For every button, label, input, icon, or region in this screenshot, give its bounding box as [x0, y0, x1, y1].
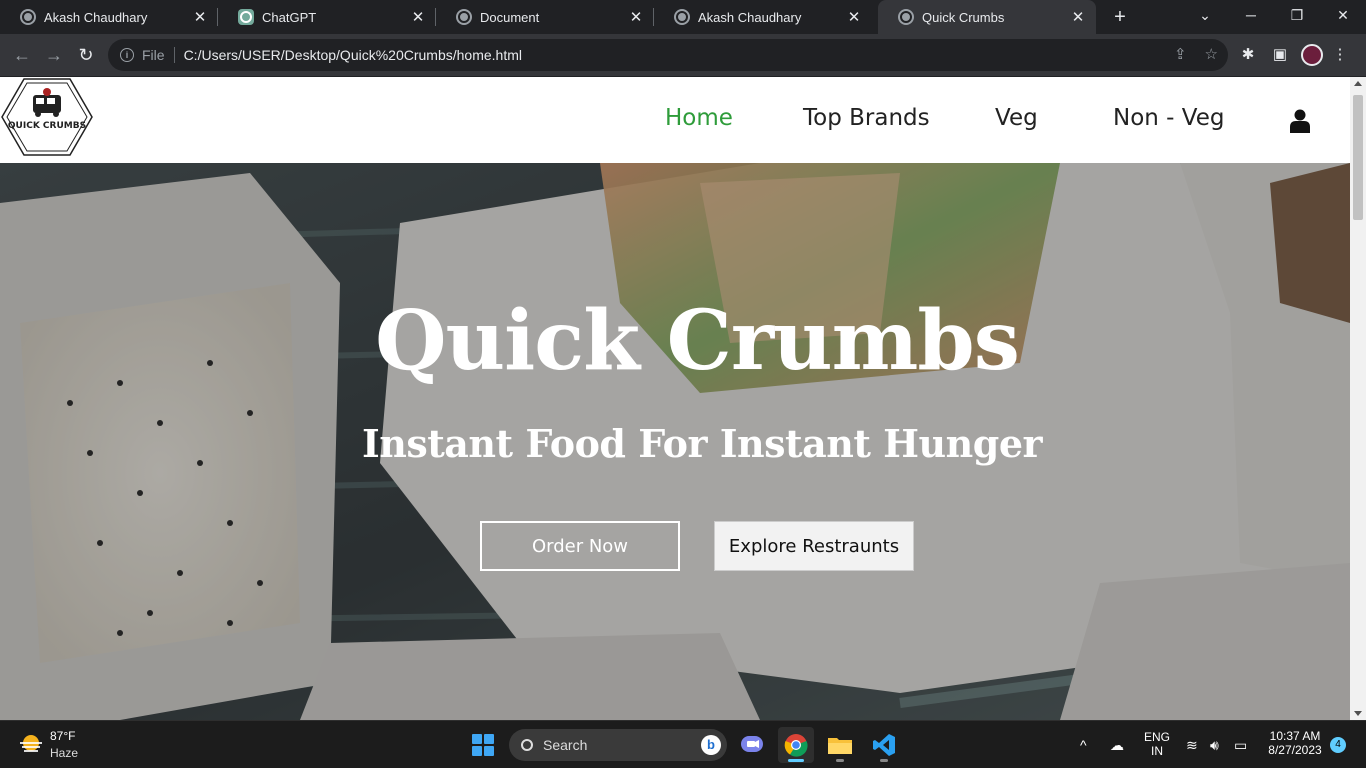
explore-restaurants-button[interactable]: Explore Restraunts [714, 521, 914, 571]
vscode-app[interactable] [866, 727, 902, 763]
tab-title: Akash Chaudhary [44, 9, 148, 25]
battery-icon[interactable]: ▭ [1234, 737, 1247, 754]
vscode-icon [873, 734, 895, 756]
chevron-up-icon[interactable]: ^ [1080, 737, 1087, 753]
windows-taskbar: 87°F Haze Search b ^ ☁ ENG IN ≋ 🔊︎ ▭ 10:… [0, 720, 1366, 768]
hero-section: Quick Crumbs Instant Food For Instant Hu… [0, 163, 1350, 720]
tab-title: Quick Crumbs [922, 9, 1005, 25]
web-page: Quick Crumbs Instant Food For Instant Hu… [0, 77, 1350, 720]
url-text[interactable]: C:/Users/USER/Desktop/Quick%20Crumbs/hom… [184, 47, 522, 63]
tab-title: Akash Chaudhary [698, 9, 802, 25]
side-panel-icon[interactable]: ▣ [1270, 45, 1290, 65]
clock-time: 10:37 AM [1269, 729, 1321, 743]
nav-link-non-veg[interactable]: Non - Veg [1113, 105, 1224, 131]
info-icon[interactable]: i [120, 48, 134, 62]
browser-tab-active[interactable]: Quick Crumbs ✕ [878, 0, 1096, 34]
close-icon[interactable]: ✕ [410, 8, 426, 26]
minimize-button[interactable]: ─ [1228, 0, 1274, 34]
tab-search-button[interactable]: ⌄ [1182, 0, 1228, 34]
page-scrollbar[interactable] [1350, 77, 1366, 720]
user-icon[interactable] [1290, 109, 1310, 133]
chrome-app[interactable] [778, 727, 814, 763]
taskbar-search[interactable]: Search b [509, 729, 727, 761]
close-icon[interactable]: ✕ [846, 8, 862, 26]
close-icon[interactable]: ✕ [192, 8, 208, 26]
teams-chat-app[interactable] [734, 727, 770, 763]
menu-kebab-icon[interactable]: ⋮ [1330, 45, 1350, 65]
weather-temperature: 87°F [50, 729, 76, 743]
close-icon[interactable]: ✕ [1070, 8, 1086, 26]
onedrive-icon[interactable]: ☁ [1110, 737, 1124, 754]
start-button[interactable] [472, 734, 494, 756]
bookmark-star-icon[interactable]: ☆ [1205, 45, 1218, 63]
browser-tab[interactable]: Document ✕ [436, 0, 654, 34]
nav-link-home[interactable]: Home [665, 105, 733, 131]
chatgpt-icon [238, 9, 254, 25]
tab-title: ChatGPT [262, 9, 317, 25]
notification-badge[interactable]: 4 [1330, 737, 1346, 753]
restore-button[interactable]: ❐ [1274, 0, 1320, 34]
clock[interactable]: 10:37 AM 8/27/2023 [1262, 729, 1328, 757]
wifi-icon[interactable]: ≋ [1186, 737, 1198, 754]
nav-links: Home Top Brands Veg Non - Veg [0, 105, 1350, 139]
share-icon[interactable]: ⇪ [1174, 45, 1187, 63]
globe-icon [674, 9, 690, 25]
volume-icon[interactable]: 🔊︎ [1210, 737, 1219, 754]
back-button[interactable]: ← [10, 43, 34, 67]
browser-tab[interactable]: Akash Chaudhary ✕ [0, 0, 218, 34]
browser-toolbar: ← → ↻ i File C:/Users/USER/Desktop/Quick… [0, 34, 1366, 76]
file-explorer-app[interactable] [822, 727, 858, 763]
globe-icon [456, 9, 472, 25]
browser-tab[interactable]: ChatGPT ✕ [218, 0, 436, 34]
reload-button[interactable]: ↻ [74, 43, 98, 67]
window-close-button[interactable]: ✕ [1320, 0, 1366, 34]
browser-tab[interactable]: Akash Chaudhary ✕ [654, 0, 872, 34]
clock-date: 8/27/2023 [1268, 743, 1322, 757]
search-icon [521, 739, 533, 751]
globe-icon [898, 9, 914, 25]
chat-icon [741, 736, 763, 752]
tab-title: Document [480, 9, 540, 25]
scheme-label: File [142, 47, 175, 63]
search-placeholder: Search [543, 737, 588, 753]
tab-strip: Akash Chaudhary ✕ ChatGPT ✕ Document ✕ A… [0, 0, 1366, 34]
extensions-icon[interactable]: ✱ [1238, 45, 1258, 65]
hero-subtitle: Instant Food For Instant Hunger [361, 421, 1043, 466]
forward-button[interactable]: → [42, 43, 66, 67]
profile-avatar[interactable] [1301, 44, 1323, 66]
haze-weather-icon[interactable] [18, 733, 44, 755]
site-navbar: QUICK CRUMBS Home Top Brands Veg Non - V… [0, 77, 1350, 163]
new-tab-button[interactable]: + [1108, 5, 1132, 29]
weather-condition: Haze [50, 746, 79, 760]
close-icon[interactable]: ✕ [628, 8, 644, 26]
folder-icon [828, 738, 852, 754]
bing-icon[interactable]: b [701, 735, 721, 755]
order-now-button[interactable]: Order Now [480, 521, 680, 571]
scrollbar-thumb[interactable] [1353, 95, 1363, 220]
nav-link-top-brands[interactable]: Top Brands [803, 105, 930, 131]
language-indicator[interactable]: ENG IN [1142, 730, 1172, 758]
chrome-icon [784, 734, 808, 757]
globe-icon [20, 9, 36, 25]
address-bar[interactable]: i File C:/Users/USER/Desktop/Quick%20Cru… [108, 39, 1228, 71]
hero-title: Quick Crumbs [375, 293, 1020, 389]
nav-link-veg[interactable]: Veg [995, 105, 1038, 131]
